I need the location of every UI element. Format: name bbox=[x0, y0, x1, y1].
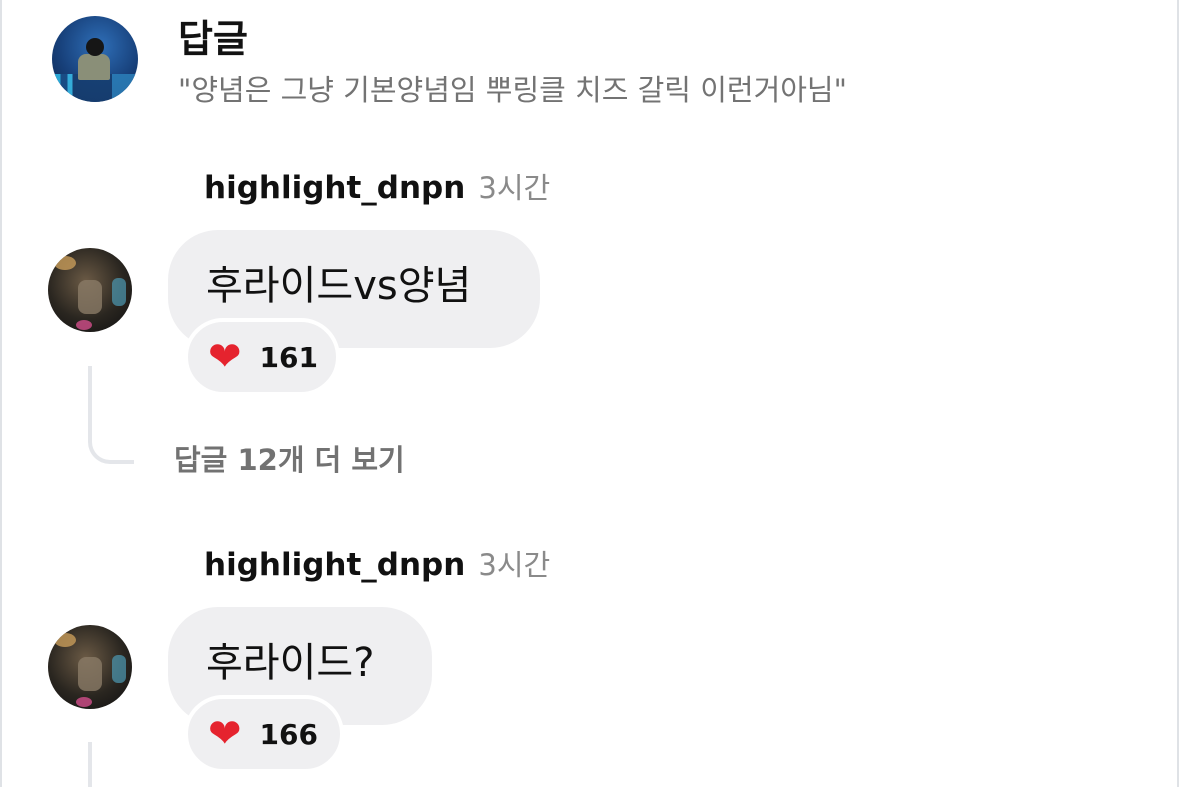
page-title: 답글 bbox=[178, 17, 248, 61]
replies-header: 답글 "양념은 그냥 기본양념임 뿌링클 치즈 갈릭 이런거아님" bbox=[52, 16, 1152, 107]
avatar-figure-head bbox=[86, 38, 104, 56]
avatar-figure-body bbox=[78, 54, 110, 80]
heart-icon: ❤ bbox=[208, 711, 242, 757]
original-comment-avatar[interactable] bbox=[52, 16, 138, 102]
avatar-person bbox=[78, 280, 102, 314]
original-comment-preview: "양념은 그냥 기본양념임 뿌링클 치즈 갈릭 이런거아님" bbox=[178, 73, 847, 107]
avatar-light bbox=[54, 633, 76, 647]
comment-avatar[interactable] bbox=[48, 625, 132, 709]
view-more-replies-button[interactable]: 답글 12개 더 보기 bbox=[174, 440, 405, 480]
like-count: 161 bbox=[259, 340, 318, 374]
comment-avatar[interactable] bbox=[48, 248, 132, 332]
avatar-light bbox=[112, 655, 126, 683]
thread-connector bbox=[88, 366, 134, 464]
comment-meta: highlight_dnpn 3시간 bbox=[204, 545, 550, 590]
like-count: 166 bbox=[259, 717, 318, 751]
comment-username[interactable]: highlight_dnpn bbox=[204, 547, 465, 583]
comment-time: 3시간 bbox=[478, 548, 551, 582]
heart-icon: ❤ bbox=[208, 334, 242, 380]
screen-edge-left bbox=[0, 0, 2, 787]
comment-time: 3시간 bbox=[478, 171, 551, 205]
comment-meta: highlight_dnpn 3시간 bbox=[204, 168, 550, 213]
avatar-person bbox=[78, 657, 102, 691]
avatar-light bbox=[76, 697, 92, 707]
avatar-light bbox=[112, 278, 126, 306]
thread-connector bbox=[88, 742, 134, 787]
reaction-pill[interactable]: ❤ 161 bbox=[184, 318, 340, 396]
comment-username[interactable]: highlight_dnpn bbox=[204, 170, 465, 206]
reaction-pill[interactable]: ❤ 166 bbox=[184, 695, 344, 773]
avatar-light bbox=[76, 320, 92, 330]
avatar-light bbox=[54, 256, 76, 270]
